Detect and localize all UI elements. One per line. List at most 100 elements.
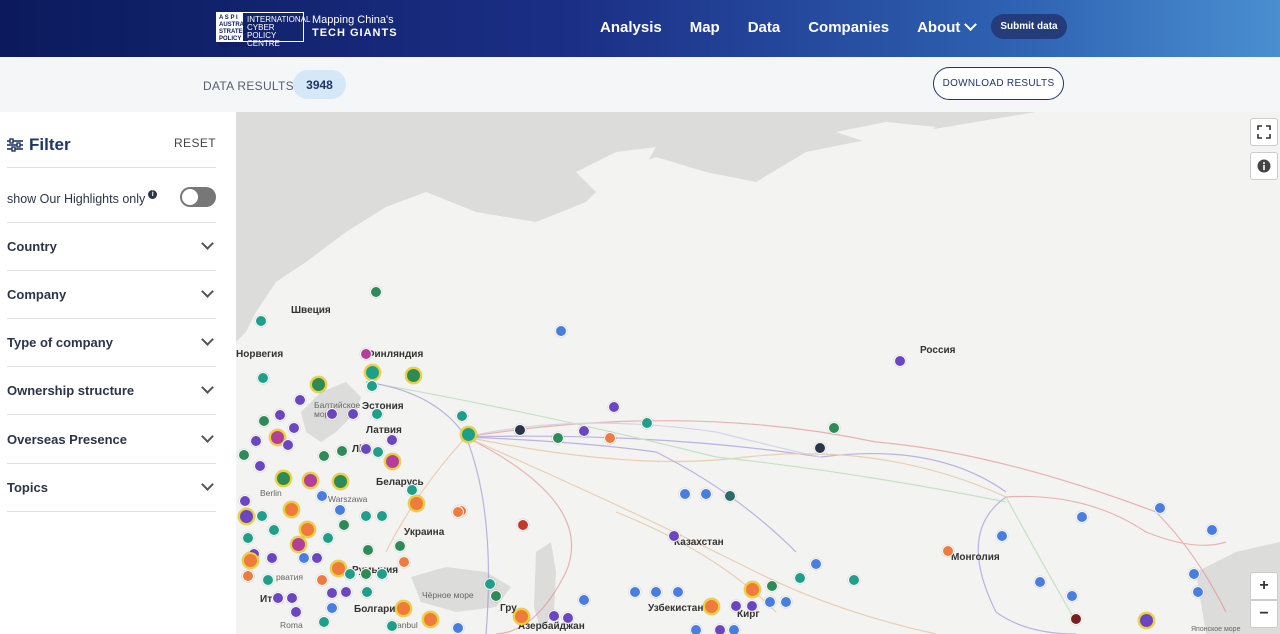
map-marker[interactable] <box>255 315 267 327</box>
map-marker[interactable] <box>326 408 338 420</box>
zoom-in-button[interactable]: + <box>1250 572 1278 600</box>
filter-company[interactable]: Company <box>7 271 216 319</box>
nav-analysis[interactable]: Analysis <box>600 19 662 36</box>
map-marker[interactable] <box>238 449 250 461</box>
nav-companies[interactable]: Companies <box>808 19 889 36</box>
map-marker-highlight[interactable] <box>290 536 307 553</box>
map-marker[interactable] <box>360 568 372 580</box>
map-marker-highlight[interactable] <box>242 552 259 569</box>
map-marker[interactable] <box>266 552 278 564</box>
map-marker-highlight[interactable] <box>513 608 530 625</box>
map-marker[interactable] <box>996 530 1008 542</box>
map-marker[interactable] <box>690 624 702 634</box>
map-marker[interactable] <box>318 616 330 628</box>
map-marker[interactable] <box>672 586 684 598</box>
map-marker[interactable] <box>376 510 388 522</box>
map-marker[interactable] <box>282 439 294 451</box>
map-marker-highlight[interactable] <box>384 453 401 470</box>
map-marker[interactable] <box>336 445 348 457</box>
map-marker[interactable] <box>810 558 822 570</box>
map-marker[interactable] <box>326 602 338 614</box>
map-marker[interactable] <box>386 434 398 446</box>
map-marker[interactable] <box>316 490 328 502</box>
filter-overseas-presence[interactable]: Overseas Presence <box>7 416 216 464</box>
map-marker[interactable] <box>728 624 740 634</box>
map-marker[interactable] <box>724 490 736 502</box>
map-marker[interactable] <box>386 620 398 632</box>
map-marker-highlight[interactable] <box>275 470 292 487</box>
map-marker-highlight[interactable] <box>460 426 477 443</box>
map-marker[interactable] <box>242 532 254 544</box>
map-marker[interactable] <box>318 450 330 462</box>
map-marker[interactable] <box>326 587 338 599</box>
map-marker[interactable] <box>1070 613 1082 625</box>
filter-type-of-company[interactable]: Type of company <box>7 319 216 367</box>
map-marker[interactable] <box>679 488 691 500</box>
map-marker[interactable] <box>484 578 496 590</box>
map-marker[interactable] <box>552 432 564 444</box>
map-marker-highlight[interactable] <box>422 611 439 628</box>
map-marker[interactable] <box>366 380 378 392</box>
map-marker[interactable] <box>894 355 906 367</box>
map-marker[interactable] <box>288 422 300 434</box>
map-marker-highlight[interactable] <box>395 600 412 617</box>
map-marker-highlight[interactable] <box>283 501 300 518</box>
map-marker[interactable] <box>362 544 374 556</box>
map-marker-highlight[interactable] <box>408 495 425 512</box>
map-marker[interactable] <box>360 443 372 455</box>
map-marker[interactable] <box>452 506 464 518</box>
map-marker[interactable] <box>608 401 620 413</box>
map-marker-highlight[interactable] <box>744 581 761 598</box>
nav-data[interactable]: Data <box>748 19 781 36</box>
map-marker[interactable] <box>344 568 356 580</box>
map-marker[interactable] <box>1206 524 1218 536</box>
map-marker[interactable] <box>828 422 840 434</box>
map-marker-highlight[interactable] <box>302 472 319 489</box>
map-marker[interactable] <box>398 556 410 568</box>
map-marker[interactable] <box>456 410 468 422</box>
map-marker[interactable] <box>641 417 653 429</box>
map-marker-highlight[interactable] <box>405 367 422 384</box>
fullscreen-icon[interactable] <box>1250 118 1278 146</box>
map-marker[interactable] <box>764 596 776 608</box>
map-marker[interactable] <box>1066 590 1078 602</box>
map-marker[interactable] <box>286 592 298 604</box>
map-marker-highlight[interactable] <box>1138 612 1155 629</box>
map-marker[interactable] <box>370 286 382 298</box>
map-marker[interactable] <box>629 586 641 598</box>
map-marker[interactable] <box>490 590 502 602</box>
map-marker[interactable] <box>256 510 268 522</box>
map-marker[interactable] <box>250 435 262 447</box>
filter-ownership-structure[interactable]: Ownership structure <box>7 367 216 415</box>
map-marker[interactable] <box>360 348 372 360</box>
map-marker[interactable] <box>338 519 350 531</box>
map-marker[interactable] <box>942 545 954 557</box>
map-marker[interactable] <box>517 519 529 531</box>
filter-topics[interactable]: Topics <box>7 464 216 512</box>
nav-map[interactable]: Map <box>690 19 720 36</box>
map-marker[interactable] <box>376 568 388 580</box>
highlights-toggle[interactable] <box>180 187 216 207</box>
map-marker[interactable] <box>604 432 616 444</box>
map-marker[interactable] <box>1154 502 1166 514</box>
map-marker-highlight[interactable] <box>332 473 349 490</box>
map-marker[interactable] <box>316 574 328 586</box>
map-marker[interactable] <box>1034 576 1046 588</box>
map-marker[interactable] <box>272 592 284 604</box>
map-marker[interactable] <box>322 532 334 544</box>
map-marker[interactable] <box>814 442 826 454</box>
map-marker[interactable] <box>578 425 590 437</box>
map-marker[interactable] <box>257 372 269 384</box>
map-marker[interactable] <box>242 570 254 582</box>
map-marker[interactable] <box>360 510 372 522</box>
map-marker[interactable] <box>361 586 373 598</box>
map-marker[interactable] <box>452 622 464 634</box>
map-marker[interactable] <box>394 540 406 552</box>
submit-data-button[interactable]: Submit data <box>991 14 1067 39</box>
map-marker[interactable] <box>668 530 680 542</box>
filter-country[interactable]: Country <box>7 223 216 271</box>
map-marker[interactable] <box>239 495 251 507</box>
map-marker-highlight[interactable] <box>364 364 381 381</box>
map-marker[interactable] <box>294 394 306 406</box>
map-marker[interactable] <box>514 424 526 436</box>
